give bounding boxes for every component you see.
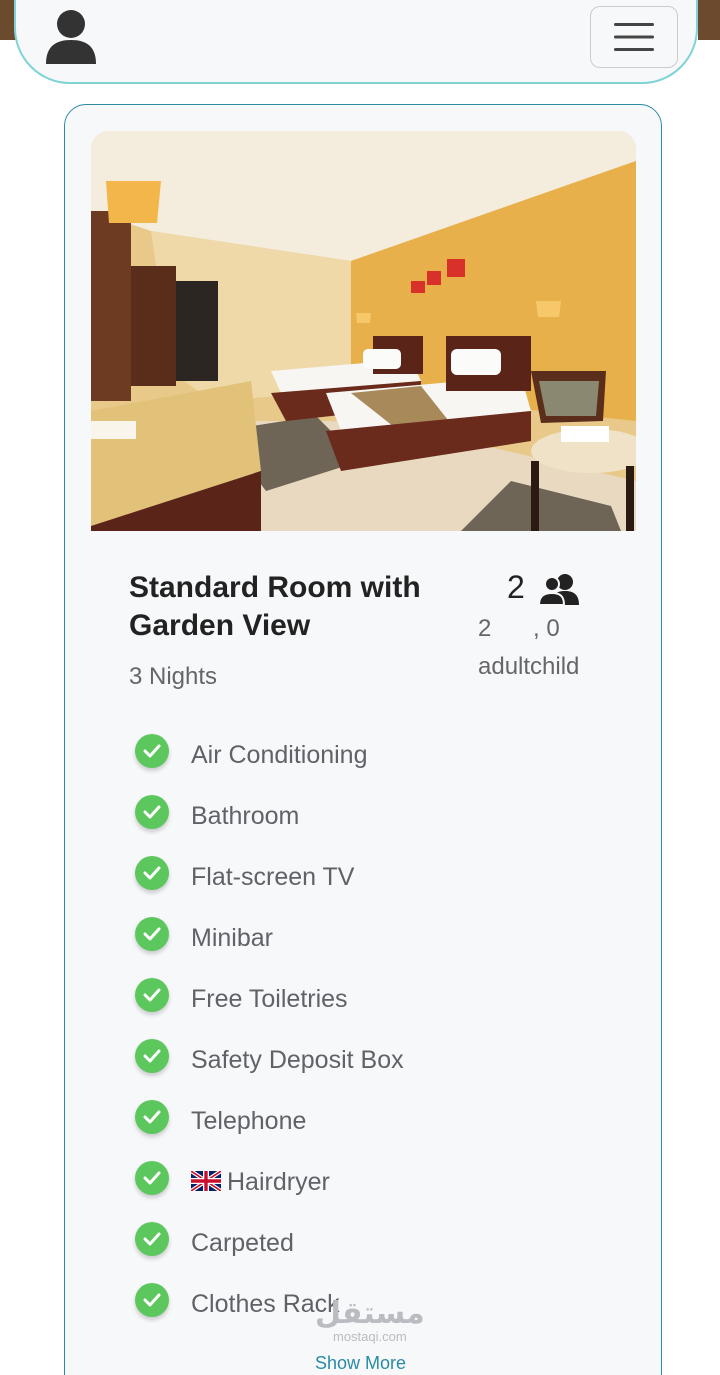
uk-flag-icon xyxy=(191,1170,221,1191)
guest-count: 2 xyxy=(507,569,525,605)
background-strip-right xyxy=(698,0,720,40)
amenity-item: Air Conditioning xyxy=(135,723,404,784)
check-circle-icon xyxy=(135,733,169,768)
users-icon xyxy=(537,573,581,607)
amenity-item: Telephone xyxy=(135,1089,404,1150)
amenity-label: Bathroom xyxy=(191,802,300,830)
check-circle-icon xyxy=(135,1099,169,1134)
show-more-link[interactable]: Show More xyxy=(315,1353,406,1374)
hamburger-menu-icon xyxy=(614,23,654,51)
amenity-label: Flat-screen TV xyxy=(191,863,355,891)
amenity-item: Bathroom xyxy=(135,784,404,845)
check-circle-icon xyxy=(135,1221,169,1256)
amenity-item: Hairdryer xyxy=(135,1150,404,1211)
room-title: Standard Room with Garden View xyxy=(129,571,421,642)
amenity-item: Flat-screen TV xyxy=(135,845,404,906)
navbar xyxy=(14,0,698,84)
user-icon[interactable] xyxy=(44,8,98,66)
amenity-item: Safety Deposit Box xyxy=(135,1028,404,1089)
watermark-arabic: مستقل xyxy=(315,1297,425,1330)
amenity-item: Free Toiletries xyxy=(135,967,404,1028)
check-circle-icon xyxy=(135,855,169,890)
amenity-item: Minibar xyxy=(135,906,404,967)
amenity-label: Safety Deposit Box xyxy=(191,1046,404,1074)
child-count: , 0 xyxy=(533,615,560,642)
check-circle-icon xyxy=(135,916,169,951)
watermark-latin: mostaqi.com xyxy=(333,1329,407,1344)
amenity-label: Air Conditioning xyxy=(191,741,368,769)
amenity-item: Carpeted xyxy=(135,1211,404,1272)
check-circle-icon xyxy=(135,1038,169,1073)
menu-button[interactable] xyxy=(590,6,678,68)
guest-type-labels: adultchild xyxy=(478,653,580,680)
amenity-label: Hairdryer xyxy=(227,1168,330,1196)
amenity-label: Free Toiletries xyxy=(191,985,348,1013)
adult-count: 2 xyxy=(478,615,492,642)
room-card: Standard Room with Garden View 3 Nights … xyxy=(64,104,662,1375)
amenity-label: Telephone xyxy=(191,1107,307,1135)
room-photo xyxy=(91,131,636,531)
amenity-label: Minibar xyxy=(191,924,273,952)
amenity-label: Carpeted xyxy=(191,1229,294,1257)
amenity-list: Air Conditioning Bathroom Flat-screen TV… xyxy=(135,723,404,1333)
check-circle-icon xyxy=(135,1160,169,1195)
check-circle-icon xyxy=(135,794,169,829)
nights-count: 3 Nights xyxy=(129,663,218,690)
watermark: مستقل mostaqi.com xyxy=(315,1297,425,1345)
check-circle-icon xyxy=(135,977,169,1012)
check-circle-icon xyxy=(135,1282,169,1317)
